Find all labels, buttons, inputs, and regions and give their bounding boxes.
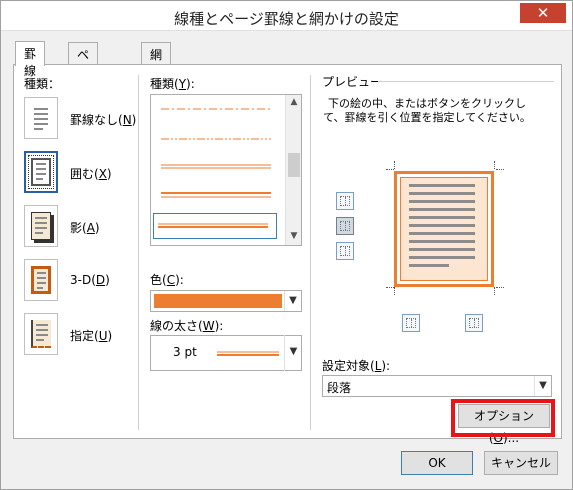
page-icon [31,104,51,132]
tab-shading[interactable]: 網かけ [141,42,172,96]
page-box-icon [31,158,51,186]
cancel-button[interactable]: キャンセル [484,451,558,475]
line-width-dropdown[interactable]: 3 pt ▼ [150,335,302,371]
top-border-button[interactable] [336,192,354,210]
width-heading: 線の太さ(W): [150,319,224,333]
left-border-icon [406,318,416,328]
apply-to-heading: 設定対象(L): [322,359,391,373]
style-heading: 種類(Y): [150,77,195,91]
setting-box-label: 囲む(X) [70,167,112,181]
setting-shadow-button[interactable] [24,205,58,247]
tab-panel: 種類： 罫線なし(N) 囲む(X) 影(A) 3-D(D) 指定(U) 種類(Y… [13,64,562,445]
style-thin-thick-double-line-selected[interactable] [153,213,277,239]
color-swatch [154,294,282,308]
scroll-thumb[interactable] [288,153,300,177]
right-border-button[interactable] [465,314,483,332]
chevron-down-icon[interactable]: ▼ [286,231,302,241]
setting-3d-button[interactable] [24,259,58,301]
preview-page[interactable] [394,171,494,287]
column-divider [138,75,139,430]
setting-box-button[interactable] [24,151,58,193]
bottom-border-button[interactable] [336,242,354,260]
preview-rule [378,81,554,82]
setting-none-button[interactable] [24,97,58,139]
dialog-title: 線種とページ罫線と網かけの設定 [174,10,399,28]
apply-to-dropdown[interactable]: 段落 ▼ [322,375,552,397]
style-dash-dot-line[interactable] [157,105,273,113]
options-highlight-box [451,399,555,437]
right-border-icon [469,318,479,328]
line-style-list[interactable]: ▲ ▼ [150,94,302,246]
color-dropdown[interactable]: ▼ [150,290,302,312]
line-width-dropdown-arrow[interactable]: ▼ [284,335,302,371]
setting-shadow-label: 影(A) [70,221,100,235]
tab-page-border[interactable]: ページ罫線 [68,42,99,130]
chevron-down-icon[interactable]: ▼ [534,376,551,396]
setting-3d-label: 3-D(D) [70,273,110,287]
line-width-sample [217,351,279,356]
close-button[interactable]: ✕ [520,3,566,23]
preview-heading: プレビュー [322,75,383,89]
style-thick-thin-double-line[interactable] [157,191,273,199]
style-list-scrollbar[interactable]: ▲ ▼ [285,95,301,245]
style-dash-dot-dot-line[interactable] [157,135,273,143]
dialog-window: 線種とページ罫線と網かけの設定 ✕ 罫線 ページ罫線 網かけ 種類： 罫線なし(… [0,0,573,490]
bottom-border-icon [340,246,350,256]
ok-button[interactable]: OK [401,451,473,475]
color-heading: 色(C): [150,273,184,287]
setting-custom-button[interactable] [24,313,58,355]
middle-border-button[interactable] [336,217,354,235]
line-width-value: 3 pt [173,345,197,359]
close-icon: ✕ [536,4,550,22]
page-3d-icon [31,266,51,294]
chevron-down-icon[interactable]: ▼ [284,291,301,311]
selected-line-sample [158,223,268,228]
title-bar: 線種とページ罫線と網かけの設定 ✕ [1,1,572,31]
preview-paragraph [400,177,488,281]
tab-borders-label: 罫線 [24,47,37,78]
top-border-icon [340,196,350,206]
chevron-up-icon[interactable]: ▲ [286,97,302,107]
column-divider [310,75,311,430]
tab-borders[interactable]: 罫線 [15,41,46,78]
left-border-button[interactable] [402,314,420,332]
inside-border-icon [340,221,350,231]
preview-hint: 下の絵の中、またはボタンをクリックして、罫線を引く位置を指定してください。 [323,97,531,124]
page-shadow-icon [31,212,51,240]
style-double-thin-line[interactable] [157,163,273,171]
apply-to-value: 段落 [327,381,352,395]
setting-custom-label: 指定(U) [70,329,113,343]
chevron-down-icon[interactable]: ▼ [285,335,302,369]
setting-none-label: 罫線なし(N) [70,113,137,127]
page-custom-icon [31,320,51,348]
